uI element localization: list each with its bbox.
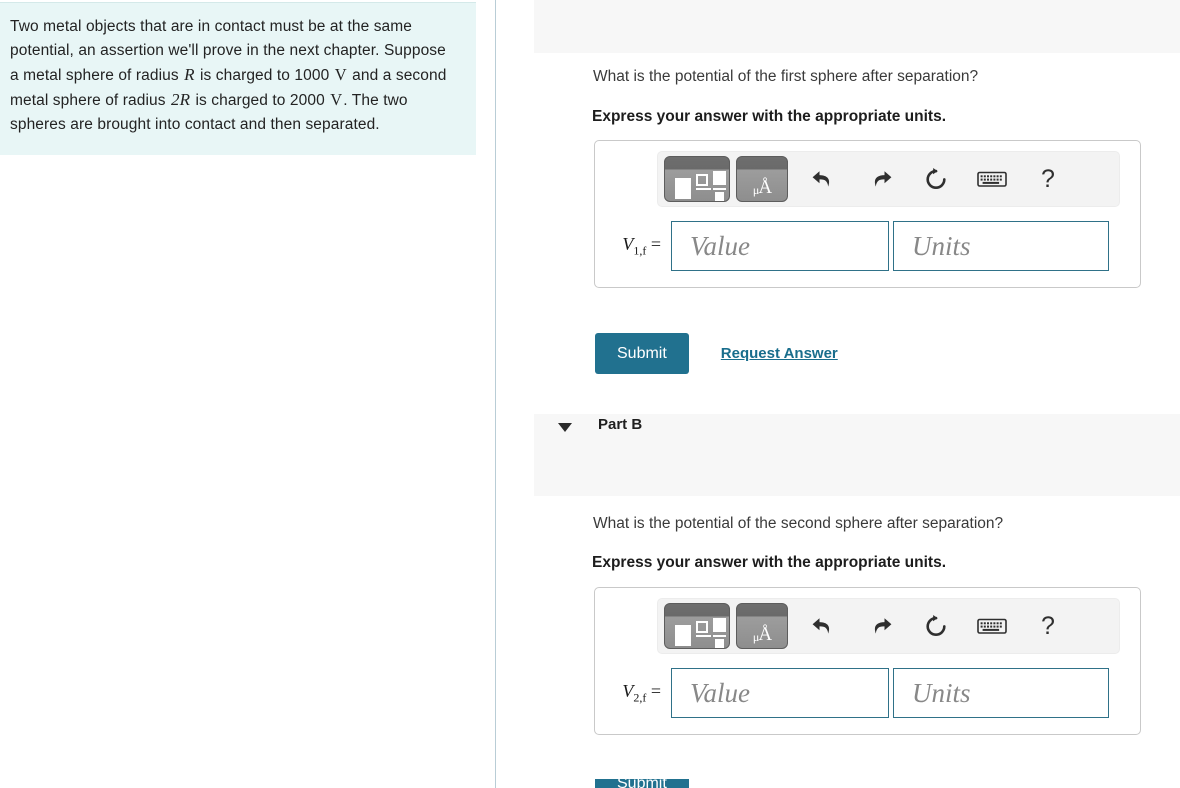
math-unit: V — [330, 90, 343, 109]
units-glyph-icon: μÅ — [737, 157, 787, 201]
part-a-math-toolbar: μÅ ? — [657, 151, 1120, 207]
part-b-submit-button[interactable]: Submit — [595, 779, 689, 788]
units-template-button[interactable]: μÅ — [736, 156, 788, 202]
part-a-variable-subscript: 1,f — [633, 243, 647, 258]
math-variable: R — [184, 65, 195, 84]
part-a-question: What is the potential of the first spher… — [593, 68, 979, 85]
part-b-title: Part B — [598, 416, 643, 433]
part-a-value-input[interactable]: Value — [671, 221, 889, 271]
math-variable: 2R — [170, 90, 191, 109]
part-b-variable-label: V2,f = — [622, 680, 661, 705]
part-a-request-answer-link[interactable]: Request Answer — [721, 345, 838, 362]
units-button-label: μÅ — [752, 624, 772, 645]
units-glyph-icon: μÅ — [737, 604, 787, 648]
part-b-answer-box: μÅ ? V2,f = Value Units — [594, 587, 1141, 735]
math-template-button[interactable] — [664, 603, 730, 649]
undo-icon[interactable] — [798, 156, 850, 202]
math-template-button[interactable] — [664, 156, 730, 202]
math-unit: V — [334, 65, 347, 84]
part-b-units-input[interactable]: Units — [893, 668, 1109, 718]
part-a-instruction: Express your answer with the appropriate… — [592, 108, 947, 125]
part-b-variable-subscript: 2,f — [633, 690, 647, 705]
part-a-title: Part A — [598, 0, 642, 4]
template-glyphs-icon — [665, 604, 729, 648]
part-a-variable-label: V1,f = — [622, 233, 661, 258]
part-a-answer-box: μÅ ? V1,f = Value Units — [594, 140, 1141, 288]
parts-column: Part A What is the potential of the firs… — [496, 0, 1180, 788]
part-b-header[interactable]: Part B — [534, 414, 1180, 496]
part-b-math-toolbar: μÅ ? — [657, 598, 1120, 654]
problem-statement-panel: Two metal objects that are in contact mu… — [0, 2, 476, 155]
part-a-units-input[interactable]: Units — [893, 221, 1109, 271]
template-glyphs-icon — [665, 157, 729, 201]
problem-page: Two metal objects that are in contact mu… — [0, 0, 1180, 788]
part-a-input-row: V1,f = Value Units — [595, 221, 1124, 271]
part-b-value-input[interactable]: Value — [671, 668, 889, 718]
keyboard-icon[interactable] — [966, 603, 1018, 649]
units-template-button[interactable]: μÅ — [736, 603, 788, 649]
part-a-header[interactable]: Part A — [534, 0, 1180, 53]
part-b-question: What is the potential of the second sphe… — [593, 515, 1004, 532]
part-a-submit-button[interactable]: Submit — [595, 333, 689, 374]
undo-icon[interactable] — [798, 603, 850, 649]
redo-icon[interactable] — [854, 603, 906, 649]
part-b-submit-row: Submit — [595, 779, 689, 788]
help-icon[interactable]: ? — [1022, 156, 1074, 202]
keyboard-icon[interactable] — [966, 156, 1018, 202]
redo-icon[interactable] — [854, 156, 906, 202]
help-question-mark: ? — [1041, 164, 1055, 193]
part-b-input-row: V2,f = Value Units — [595, 668, 1124, 718]
part-a-submit-row: Submit Request Answer — [595, 333, 838, 374]
units-button-label: μÅ — [752, 177, 772, 198]
problem-statement-text: Two metal objects that are in contact mu… — [10, 18, 447, 133]
reset-icon[interactable] — [910, 603, 962, 649]
caret-down-icon[interactable] — [558, 423, 572, 432]
reset-icon[interactable] — [910, 156, 962, 202]
help-icon[interactable]: ? — [1022, 603, 1074, 649]
part-b-instruction: Express your answer with the appropriate… — [592, 554, 947, 571]
help-question-mark: ? — [1041, 611, 1055, 640]
